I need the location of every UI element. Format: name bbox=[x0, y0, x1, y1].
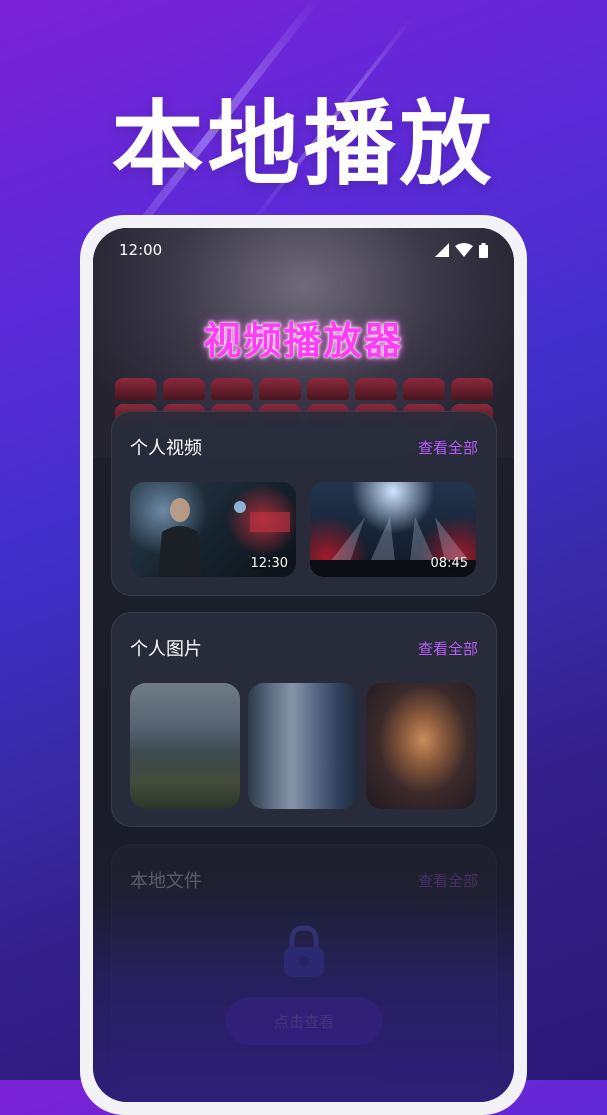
hero-title: 本地播放 bbox=[111, 91, 496, 198]
photo-thumbnail-city[interactable] bbox=[248, 683, 358, 809]
phone-screen: 12:00 视频播放器 个人视频 查看全部 12:30 08:45 个人图片 查… bbox=[93, 228, 514, 1102]
photo-thumbnail-portrait[interactable] bbox=[366, 683, 476, 809]
status-time: 12:00 bbox=[119, 241, 163, 259]
videos-card: 个人视频 查看全部 12:30 08:45 bbox=[111, 411, 497, 596]
signal-icon bbox=[435, 243, 449, 257]
video-thumbnail[interactable]: 08:45 bbox=[310, 482, 476, 577]
lock-icon bbox=[112, 925, 496, 983]
photos-section-title: 个人图片 bbox=[130, 639, 202, 660]
video-duration: 12:30 bbox=[250, 556, 288, 571]
files-card: 本地文件 查看全部 点击查看 bbox=[111, 844, 497, 1086]
video-thumbnail[interactable]: 12:30 bbox=[130, 482, 296, 577]
files-section-title: 本地文件 bbox=[130, 871, 202, 892]
files-view-all-link[interactable]: 查看全部 bbox=[418, 870, 478, 891]
app-title: 视频播放器 bbox=[203, 319, 404, 363]
photo-thumbnail-landscape[interactable] bbox=[130, 683, 240, 809]
view-files-button[interactable]: 点击查看 bbox=[226, 997, 382, 1045]
status-bar: 12:00 bbox=[93, 228, 514, 272]
status-icons bbox=[435, 242, 488, 258]
seat-row bbox=[93, 378, 514, 400]
videos-view-all-link[interactable]: 查看全部 bbox=[418, 437, 478, 458]
photos-card: 个人图片 查看全部 bbox=[111, 612, 497, 827]
phone-frame: 12:00 视频播放器 个人视频 查看全部 12:30 08:45 个人图片 查… bbox=[80, 215, 527, 1115]
video-duration: 08:45 bbox=[430, 556, 468, 571]
videos-section-title: 个人视频 bbox=[130, 438, 202, 459]
photos-view-all-link[interactable]: 查看全部 bbox=[418, 638, 478, 659]
battery-icon bbox=[479, 242, 488, 258]
wifi-icon bbox=[455, 243, 473, 257]
